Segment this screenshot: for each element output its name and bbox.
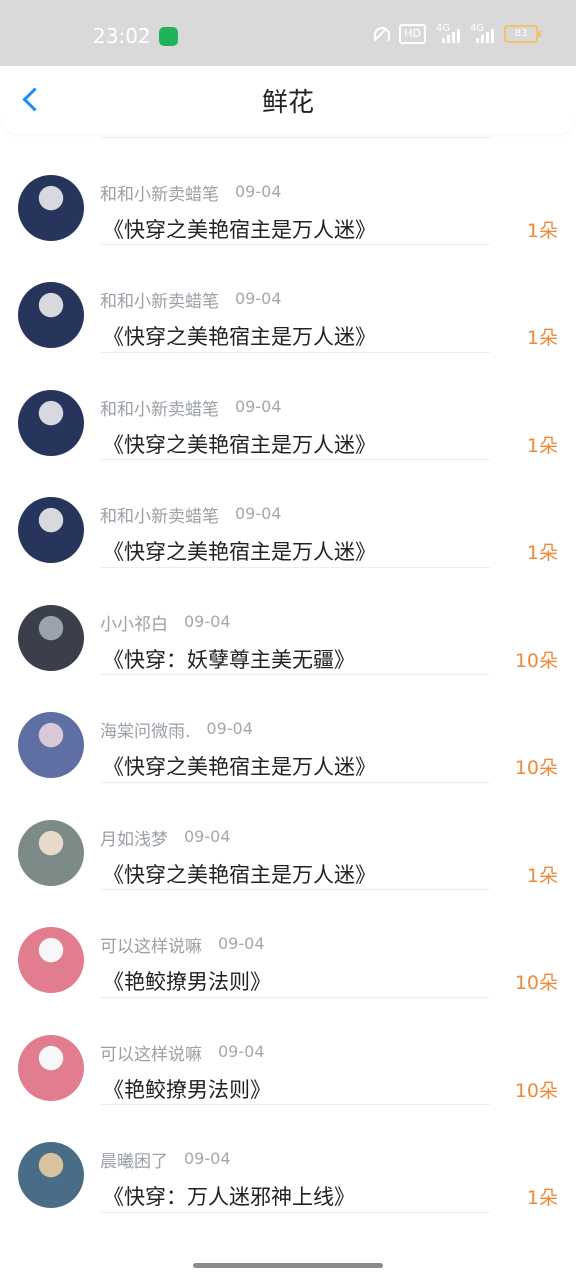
flower-amount: 1朵	[526, 864, 558, 887]
sent-date: 09-04	[218, 934, 265, 953]
list-item[interactable]: 和和小新卖蜡笔 09-04 《快穿之美艳宿主是万人迷》 1朵	[0, 138, 576, 245]
row-divider	[100, 1211, 490, 1213]
list-item[interactable]: 和和小新卖蜡笔 09-04 《快穿之美艳宿主是万人迷》 1朵	[0, 460, 576, 568]
sender-name: 海棠问微雨.	[100, 722, 191, 742]
book-title: 《艳鲛撩男法则》	[103, 1077, 271, 1102]
list-item[interactable]: 海棠问微雨. 09-04 《快穿之美艳宿主是万人迷》 10朵	[0, 675, 576, 783]
flower-amount: 1朵	[526, 327, 558, 349]
book-title: 《快穿之美艳宿主是万人迷》	[103, 540, 376, 564]
status-bar: 23:02 HD 4G 4G 83	[0, 0, 576, 66]
list-item[interactable]: 月如浅梦 09-04 《快穿之美艳宿主是万人迷》 1朵	[0, 783, 576, 890]
book-title: 《快穿之美艳宿主是万人迷》	[103, 432, 376, 457]
avatar[interactable]	[18, 389, 84, 456]
sender-name: 和和小新卖蜡笔	[100, 507, 219, 527]
avatar[interactable]	[18, 927, 84, 993]
sent-date: 09-04	[184, 826, 231, 846]
flower-amount: 1朵	[526, 1187, 558, 1209]
avatar[interactable]	[18, 174, 84, 241]
book-title: 《快穿之美艳宿主是万人迷》	[103, 217, 376, 242]
sent-date: 09-04	[206, 719, 253, 738]
hd-icon: HD	[399, 24, 426, 44]
sent-date: 09-04	[235, 504, 282, 523]
sent-date: 09-04	[235, 181, 282, 201]
book-title: 《快穿之美艳宿主是万人迷》	[103, 755, 376, 779]
sent-date: 09-04	[184, 611, 231, 631]
sender-name: 晨曦困了	[100, 1152, 168, 1172]
list-item[interactable]: 和和小新卖蜡笔 09-04 《快穿之美艳宿主是万人迷》 1朵	[0, 353, 576, 460]
sender-name: 和和小新卖蜡笔	[100, 292, 219, 312]
flower-amount: 10朵	[514, 1079, 558, 1102]
mute-bell-icon	[371, 25, 391, 43]
book-title: 《艳鲛撩男法则》	[103, 970, 271, 994]
sent-date: 09-04	[235, 289, 282, 308]
list-item[interactable]: 小小祁白 09-04 《快穿：妖孽尊主美无疆》 10朵	[0, 568, 576, 675]
list-item[interactable]: 可以这样说嘛 09-04 《艳鲛撩男法则》 10朵	[0, 998, 576, 1105]
flower-amount: 10朵	[514, 757, 558, 779]
flower-amount: 1朵	[526, 219, 558, 242]
book-title: 《快穿：妖孽尊主美无疆》	[103, 647, 355, 672]
signal-icon: 4G	[436, 23, 460, 43]
flower-amount: 10朵	[514, 649, 558, 672]
book-title: 《快穿之美艳宿主是万人迷》	[103, 325, 376, 349]
sent-date: 09-04	[184, 1149, 231, 1168]
sender-name: 和和小新卖蜡笔	[100, 184, 219, 205]
avatar[interactable]	[18, 497, 84, 563]
avatar[interactable]	[18, 604, 84, 671]
avatar[interactable]	[18, 1034, 84, 1101]
flower-amount: 1朵	[526, 434, 558, 457]
sender-name: 可以这样说嘛	[100, 937, 202, 957]
signal-icon-2: 4G	[470, 23, 494, 43]
flower-amount: 1朵	[526, 542, 558, 564]
page-title: 鲜花	[261, 88, 314, 118]
header: 鲜花	[0, 66, 576, 134]
sent-date: 09-04	[218, 1041, 265, 1061]
book-title: 《快穿之美艳宿主是万人迷》	[103, 862, 376, 887]
list-item[interactable]: 晨曦困了 09-04 《快穿：万人迷邪神上线》 1朵	[0, 1105, 576, 1213]
flower-amount: 10朵	[514, 972, 558, 994]
book-title: 《快穿：万人迷邪神上线》	[103, 1185, 355, 1209]
avatar[interactable]	[18, 282, 84, 348]
avatar[interactable]	[18, 819, 84, 886]
battery-icon: 83	[504, 25, 541, 43]
sender-name: 可以这样说嘛	[100, 1044, 202, 1065]
avatar[interactable]	[18, 712, 84, 778]
home-indicator[interactable]	[193, 1263, 383, 1268]
sent-date: 09-04	[235, 396, 282, 416]
avatar[interactable]	[18, 1142, 84, 1208]
list-item[interactable]: 和和小新卖蜡笔 09-04 《快穿之美艳宿主是万人迷》 1朵	[0, 245, 576, 353]
app-notification-icon	[159, 27, 178, 46]
status-icons: HD 4G 4G 83	[371, 23, 541, 44]
sender-name: 和和小新卖蜡笔	[100, 399, 219, 420]
sender-name: 月如浅梦	[100, 829, 168, 850]
list-item[interactable]: 可以这样说嘛 09-04 《艳鲛撩男法则》 10朵	[0, 890, 576, 998]
sender-name: 小小祁白	[100, 614, 168, 635]
status-time: 23:02	[93, 24, 151, 48]
